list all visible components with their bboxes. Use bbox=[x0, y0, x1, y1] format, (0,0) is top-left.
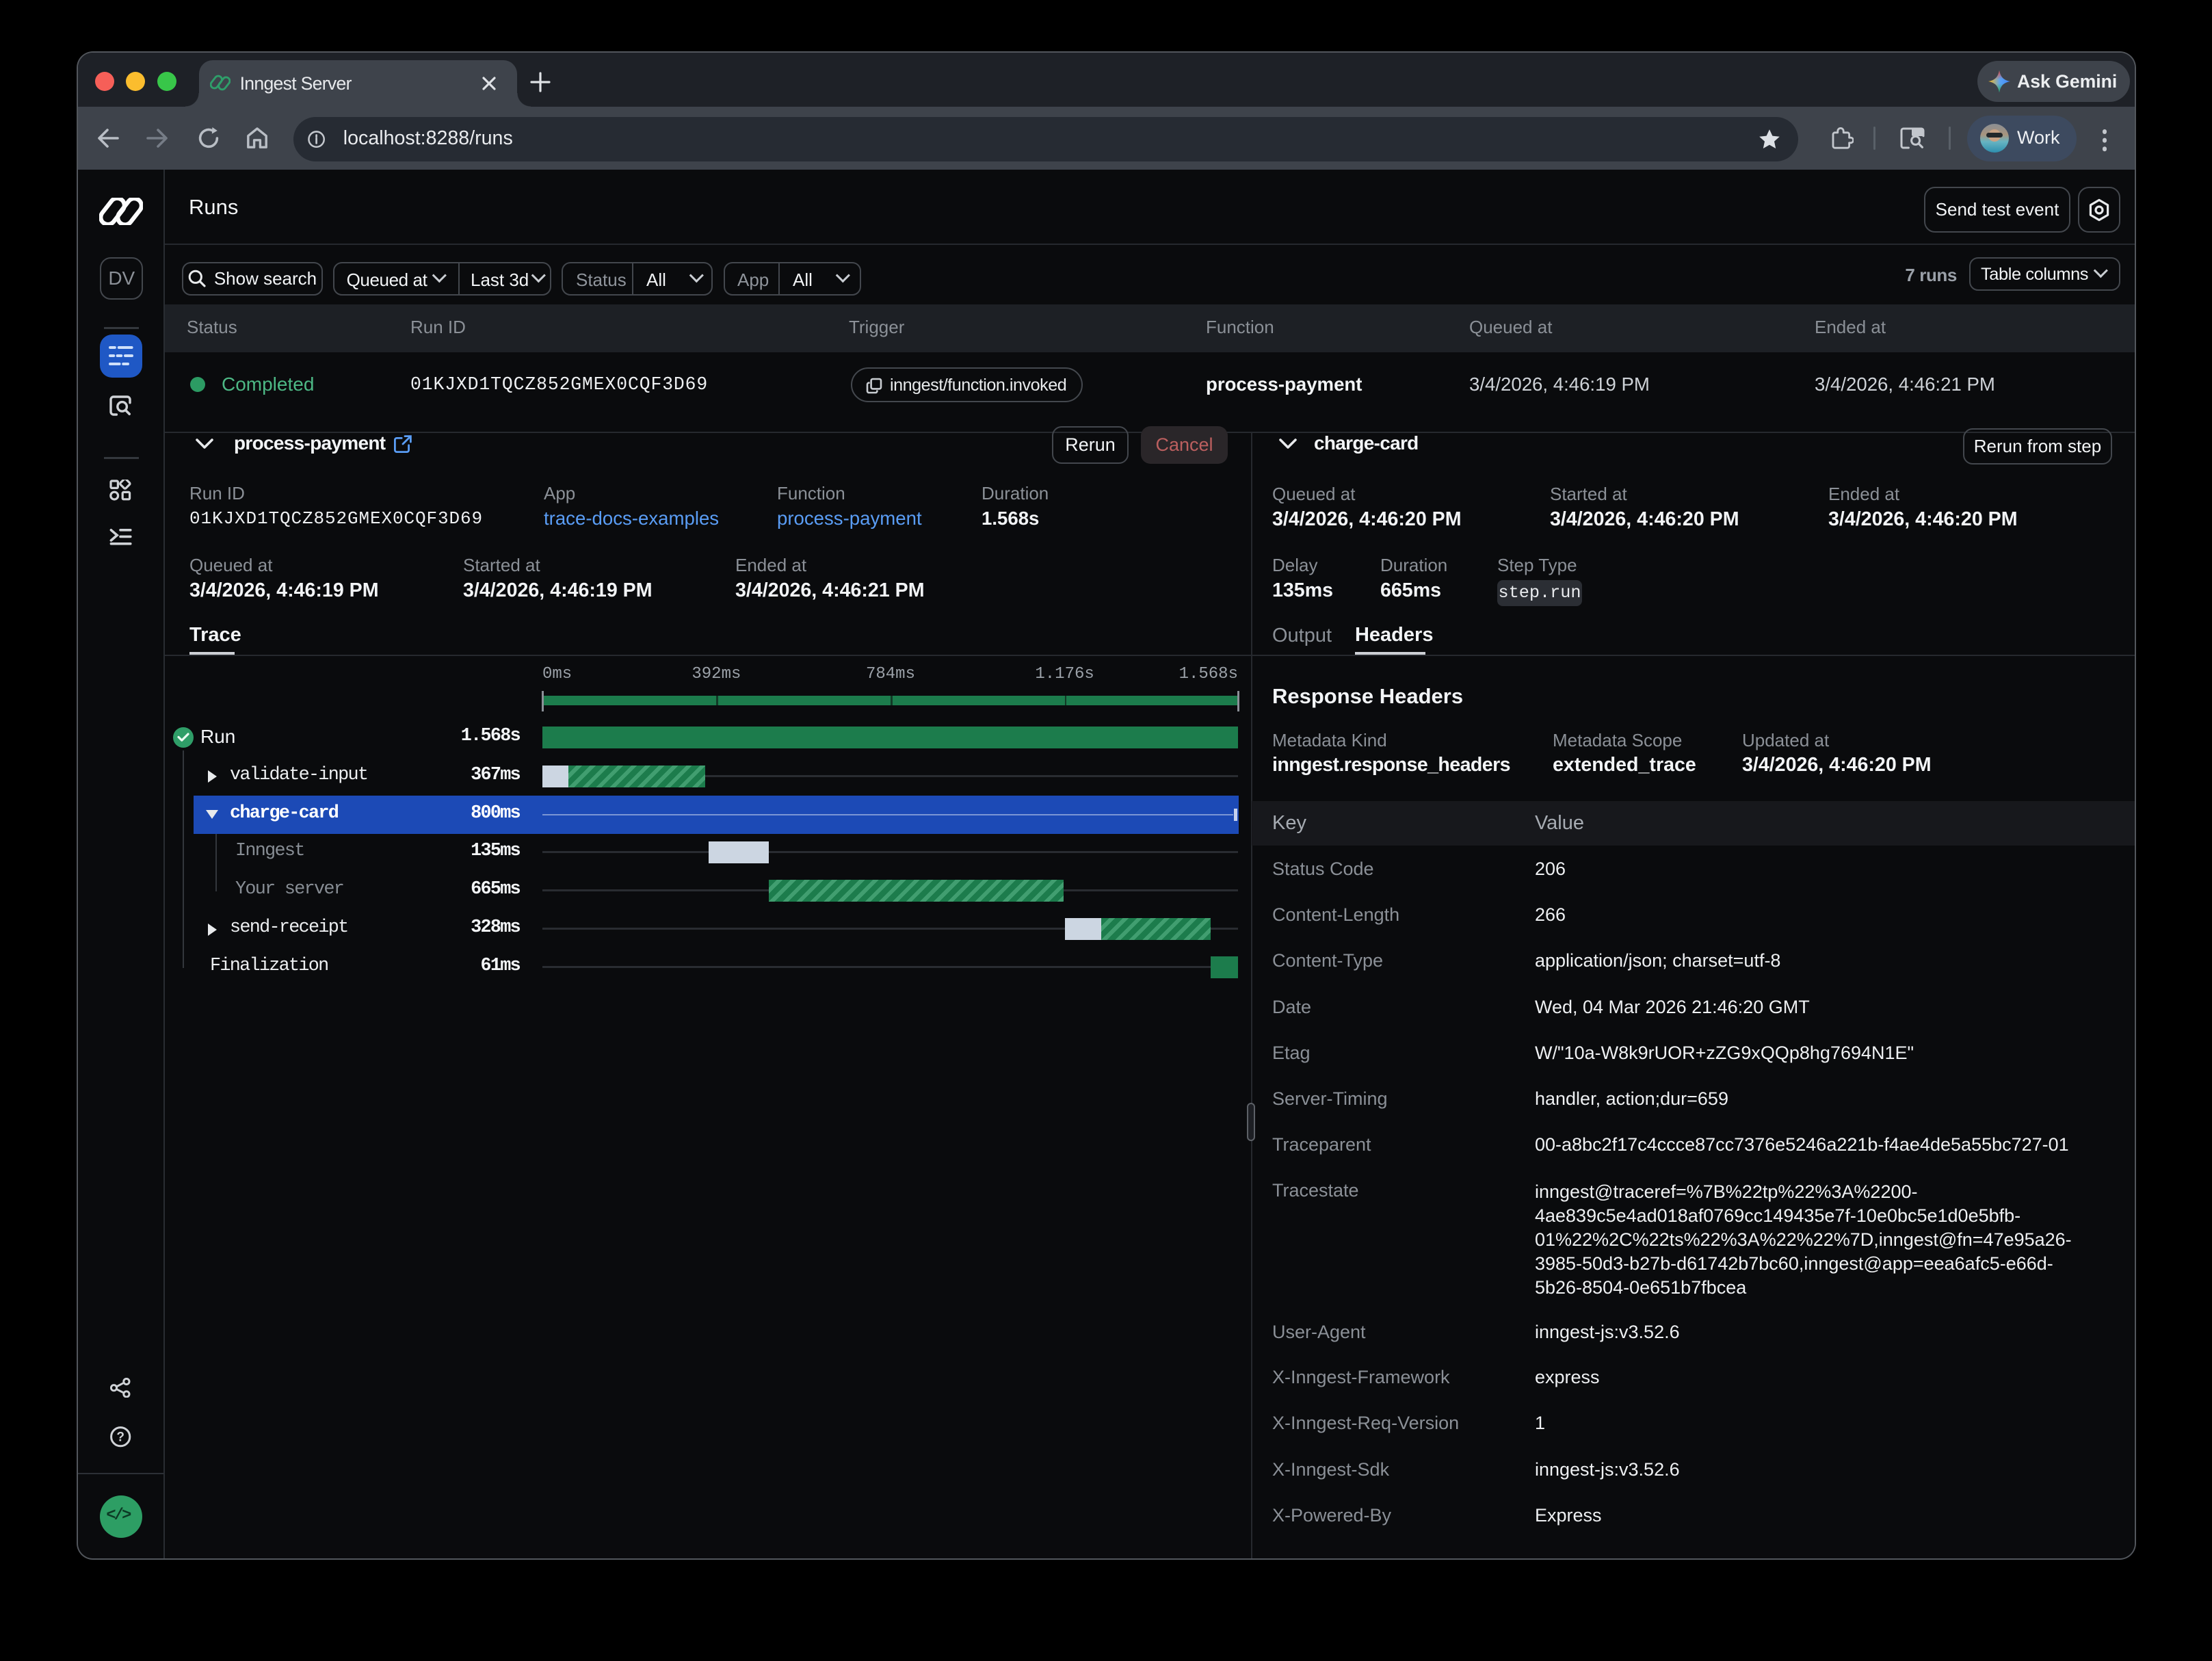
svg-text:?: ? bbox=[117, 1430, 125, 1445]
